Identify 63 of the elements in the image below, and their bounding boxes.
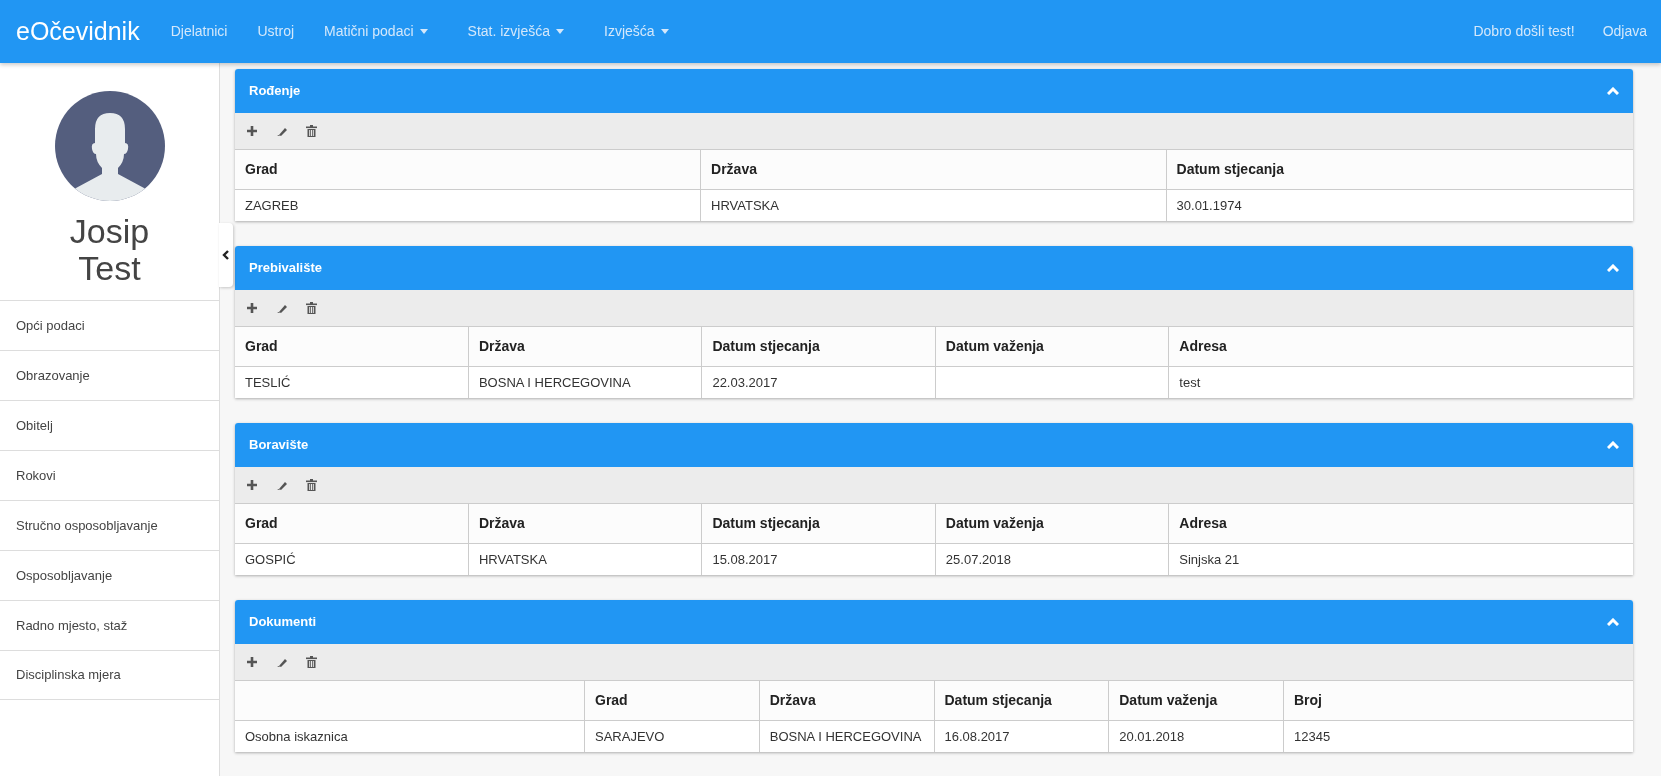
add-plus-icon[interactable] [246,302,258,314]
panel-title: Dokumenti [249,613,317,632]
table-cell: 22.03.2017 [701,366,936,398]
panel-title: Boravište [249,436,309,455]
column-header: Datum stjecanja [701,504,936,543]
column-header: Država [759,681,934,720]
column-header: Grad [235,327,469,366]
chevron-left-icon [222,250,230,260]
table-cell: SARAJEVO [584,720,760,752]
table-cell: 12345 [1283,720,1633,752]
edit-pencil-icon[interactable] [276,302,288,314]
table-cell: test [1168,366,1633,398]
column-header: Broj [1283,681,1633,720]
table-cell: Sinjska 21 [1168,543,1633,575]
add-plus-icon[interactable] [246,125,258,137]
column-header: Država [700,150,1167,189]
panel-title: Rođenje [249,82,301,101]
column-header: Grad [235,150,701,189]
column-header: Datum važenja [935,504,1169,543]
collapse-sidebar-button[interactable] [219,223,233,287]
collapse-chevron-icon[interactable] [1607,87,1619,95]
table-cell: BOSNA I HERCEGOVINA [759,720,934,752]
table-cell: 16.08.2017 [934,720,1109,752]
column-header: Adresa [1168,327,1633,366]
column-header: Država [468,327,702,366]
delete-trash-icon[interactable] [306,479,317,491]
collapse-chevron-icon[interactable] [1607,264,1619,272]
caret-icon [556,29,565,34]
column-header: Datum važenja [935,327,1169,366]
person-name: Josip Test [68,213,151,288]
add-plus-icon[interactable] [246,656,258,668]
table-cell: HRVATSKA [468,543,702,575]
table-cell: HRVATSKA [700,189,1167,221]
column-header: Datum važenja [1108,681,1284,720]
table-cell: 30.01.1974 [1166,189,1633,221]
table-cell: 25.07.2018 [935,543,1169,575]
table-cell: BOSNA I HERCEGOVINA [468,366,702,398]
table-cell: GOSPIĆ [235,543,469,575]
delete-trash-icon[interactable] [306,302,317,314]
add-plus-icon[interactable] [246,479,258,491]
delete-trash-icon[interactable] [306,125,317,137]
column-header: Datum stjecanja [934,681,1109,720]
column-header: Adresa [1168,504,1633,543]
edit-pencil-icon[interactable] [276,125,288,137]
table-cell: TESLIĆ [235,366,469,398]
table-cell: Osobna iskaznica [235,720,585,752]
collapse-chevron-icon[interactable] [1607,441,1619,449]
column-header: Grad [584,681,760,720]
caret-icon [419,29,428,34]
delete-trash-icon[interactable] [306,656,317,668]
column-header: Država [468,504,702,543]
table-cell: 15.08.2017 [701,543,936,575]
edit-pencil-icon[interactable] [276,479,288,491]
panel-title: Prebivalište [249,259,322,278]
edit-pencil-icon[interactable] [276,656,288,668]
caret-icon [660,29,669,34]
collapse-chevron-icon[interactable] [1607,618,1619,626]
sidebar-item[interactable]: Disciplinska mjera [0,649,219,700]
column-header: Datum stjecanja [1166,150,1633,189]
column-header: Datum stjecanja [701,327,936,366]
column-header: Grad [235,504,469,543]
table-cell: 20.01.2018 [1108,720,1284,752]
table-cell: ZAGREB [235,189,701,221]
